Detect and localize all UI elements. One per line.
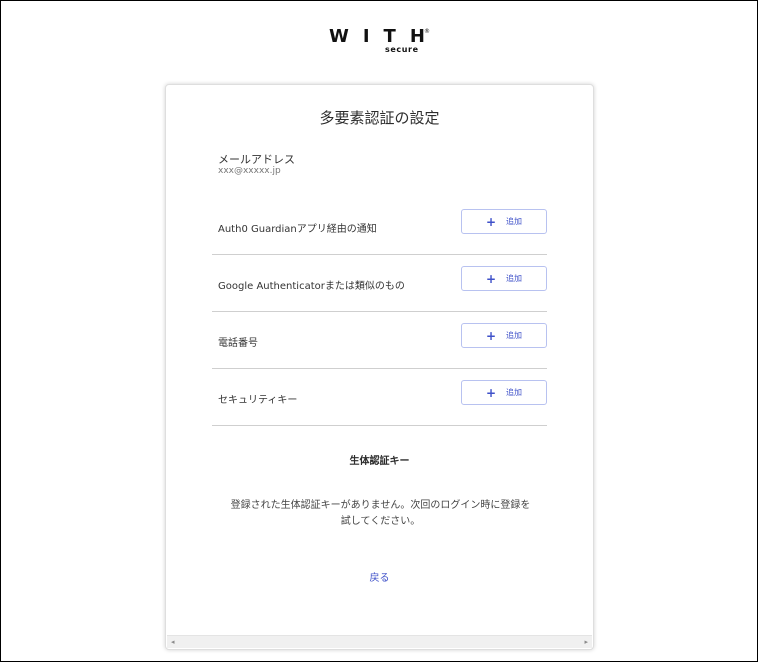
biometric-section-title: 生体認証キー — [349, 456, 410, 467]
method-row-guardian: Auth0 Guardianアプリ経由の通知 + 追加 — [212, 198, 547, 255]
method-row-phone: 電話番号 + 追加 — [212, 312, 547, 369]
add-button-label: 追加 — [506, 388, 523, 397]
add-authenticator-button[interactable]: + 追加 — [461, 266, 547, 291]
add-button-label: 追加 — [506, 217, 523, 226]
add-guardian-button[interactable]: + 追加 — [461, 209, 547, 234]
logo-registered-mark: ® — [424, 28, 430, 35]
logo-subtitle: secure — [385, 45, 419, 54]
logo-wordmark: WITH — [329, 26, 439, 47]
scroll-left-icon[interactable]: ◂ — [171, 638, 175, 646]
plus-icon: + — [485, 328, 497, 343]
method-row-authenticator: Google Authenticatorまたは類似のもの + 追加 — [212, 255, 547, 312]
method-label: Google Authenticatorまたは類似のもの — [218, 281, 405, 292]
plus-icon: + — [485, 385, 497, 400]
add-button-label: 追加 — [506, 274, 523, 283]
email-label: メールアドレス — [218, 153, 295, 166]
back-link[interactable]: 戻る — [166, 569, 593, 584]
add-phone-button[interactable]: + 追加 — [461, 323, 547, 348]
scroll-right-icon[interactable]: ▸ — [584, 638, 588, 646]
method-label: 電話番号 — [218, 338, 258, 349]
plus-icon: + — [485, 214, 497, 229]
horizontal-scrollbar[interactable]: ◂ ▸ — [167, 635, 592, 648]
method-label: Auth0 Guardianアプリ経由の通知 — [218, 224, 377, 235]
mfa-settings-card: 多要素認証の設定 メールアドレス xxx@xxxxx.jp Auth0 Guar… — [165, 84, 594, 650]
email-value: xxx@xxxxx.jp — [218, 166, 281, 176]
plus-icon: + — [485, 271, 497, 286]
add-security-key-button[interactable]: + 追加 — [461, 380, 547, 405]
page-title: 多要素認証の設定 — [319, 109, 440, 127]
biometric-empty-message: 登録された生体認証キーがありません。次回のログイン時に登録を試してください。 — [230, 500, 531, 527]
method-label: セキュリティキー — [218, 395, 298, 406]
method-row-security-key: セキュリティキー + 追加 — [212, 369, 547, 426]
withsecure-logo: WITH ® secure — [329, 28, 439, 58]
add-button-label: 追加 — [506, 331, 523, 340]
